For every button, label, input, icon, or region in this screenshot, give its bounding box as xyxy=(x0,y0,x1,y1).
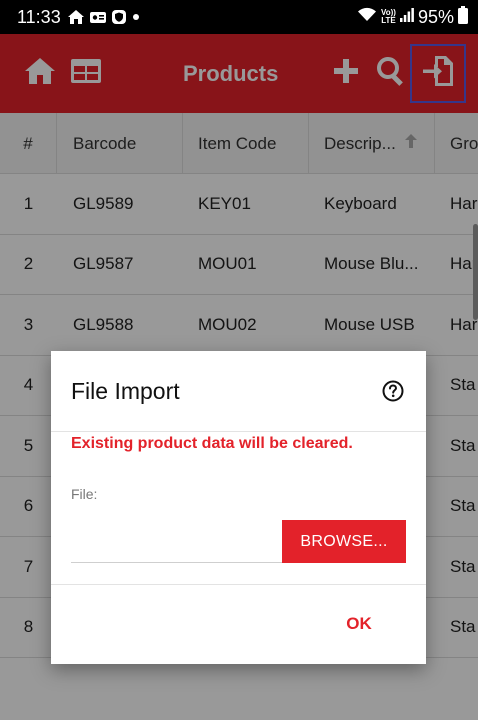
dot-icon xyxy=(131,12,141,22)
file-import-dialog: File Import Existing product data will b… xyxy=(51,351,426,664)
volte-label: Vo)) LTE xyxy=(381,9,396,25)
wifi-icon xyxy=(357,7,377,28)
volte-label-bottom: LTE xyxy=(381,16,396,25)
status-bar: 11:33 Vo)) LTE 95% xyxy=(0,0,478,34)
warning-message: Existing product data will be cleared. xyxy=(71,435,353,452)
notification-icon xyxy=(89,9,107,25)
battery-icon xyxy=(458,5,468,29)
file-path-input[interactable] xyxy=(71,519,282,563)
browse-button[interactable]: BROWSE... xyxy=(282,520,406,563)
help-icon[interactable] xyxy=(382,380,404,402)
ok-button[interactable]: OK xyxy=(337,609,381,639)
file-label: File: xyxy=(71,486,98,502)
battery-percent: 95% xyxy=(417,6,454,27)
home-status-icon xyxy=(67,9,85,25)
status-time: 11:33 xyxy=(17,6,61,27)
signal-icon xyxy=(399,7,414,28)
dialog-divider-bottom xyxy=(51,584,426,585)
dialog-divider-top xyxy=(51,431,426,432)
dialog-title: File Import xyxy=(71,378,180,404)
status-right: Vo)) LTE 95% xyxy=(357,5,468,29)
shield-status-icon xyxy=(111,9,127,25)
